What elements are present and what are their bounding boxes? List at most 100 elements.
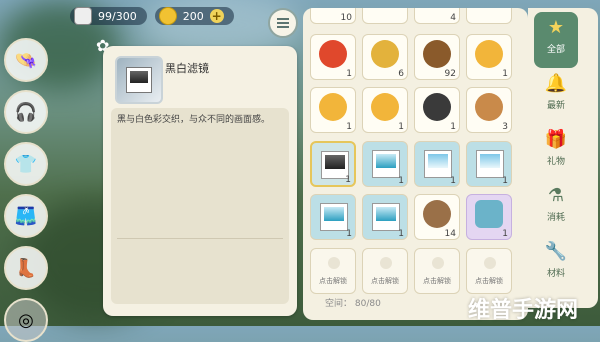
chicken-icon [475,40,503,68]
add-coins-button[interactable]: + [209,9,224,23]
top-status-bar: 99/300 200 + [70,6,234,26]
lock-icon [484,257,496,269]
boots-icon[interactable]: 👢 [4,246,48,290]
outfit-icon[interactable]: 👕 [4,142,48,186]
inventory-slot[interactable]: 1 [414,87,460,133]
watermark: 维普手游网 [468,298,579,323]
list-menu-button[interactable] [268,8,298,38]
item-description-box: 黑与白色彩交织，与众不同的画面感。 [111,108,289,304]
item-count: 4 [450,13,456,23]
pot-icon [423,93,451,121]
chicken-icon [371,93,399,121]
tab-label: 最新 [546,101,565,111]
inventory-slot[interactable]: 1 [362,87,408,133]
inventory-slot[interactable]: 6 [362,34,408,80]
inventory-slot[interactable]: 4 [414,8,460,24]
item-count: 92 [444,69,456,79]
item-count: 1 [502,176,508,186]
wood-icon [423,40,451,68]
inventory-slot[interactable]: 1 [362,194,408,240]
star-icon: ★ [547,17,565,38]
bread-icon [475,93,503,121]
left-toolbar: 👒 🎧 👕 🩳 👢 ◎ [4,38,54,342]
tab-gift[interactable]: 🎁 礼物 [534,124,578,180]
item-count: 6 [398,69,404,79]
tools-icon: 🔧 [544,241,568,262]
locked-slot[interactable]: 点击解锁 [310,248,356,294]
chicken-icon [319,93,347,121]
wheat-icon [371,40,399,68]
tab-label: 全部 [546,45,565,55]
item-count: 1 [398,229,404,239]
bag-icon [74,7,92,25]
tab-potion[interactable]: ⚗ 消耗 [534,180,578,236]
inventory-slot[interactable]: 1 [310,87,356,133]
locked-slot[interactable]: 点击解锁 [414,248,460,294]
item-count: 1 [398,176,404,186]
bag-capacity: 99/300 [70,7,147,25]
item-count: 1 [450,122,456,132]
headphones-icon[interactable]: 🎧 [4,90,48,134]
bell-icon: 🔔 [544,73,568,94]
inventory-slot[interactable] [466,8,512,24]
item-count: 1 [345,175,351,185]
unlock-label: 点击解锁 [319,277,347,285]
item-count: 1 [346,69,352,79]
tab-tools[interactable]: 🔧 材料 [534,236,578,292]
item-count: 10 [340,13,352,23]
item-count: 1 [450,176,456,186]
inventory-slot[interactable] [362,8,408,24]
unlock-label: 点击解锁 [475,277,503,285]
unlock-label: 点击解锁 [371,277,399,285]
photo-filter-icon [372,150,400,178]
capacity-text: 空间： 80/80 [325,299,381,309]
item-count: 3 [502,122,508,132]
tab-label: 材料 [546,269,565,279]
skirt-icon[interactable]: 🩳 [4,194,48,238]
hat-icon[interactable]: 👒 [4,38,48,82]
inventory-slot[interactable]: 1 [466,34,512,80]
tomato-icon [319,40,347,68]
inventory-slot[interactable]: 1 [414,141,460,187]
tab-label: 消耗 [546,213,565,223]
tab-bell[interactable]: 🔔 最新 [534,68,578,124]
item-count: 1 [502,229,508,239]
sign-icon [423,200,451,228]
potion-icon: ⚗ [547,185,565,206]
inventory-slot[interactable]: 3 [466,87,512,133]
inventory-slot[interactable]: 1 [466,194,512,240]
locked-slot[interactable]: 点击解锁 [466,248,512,294]
locked-slot[interactable]: 点击解锁 [362,248,408,294]
inventory-slot[interactable]: 1 [310,34,356,80]
item-count: 1 [398,122,404,132]
more-icon[interactable]: ◎ [4,298,48,342]
category-tabs: ★ 全部 🔔 最新 🎁 礼物 ⚗ 消耗 🔧 材料 [528,8,598,308]
bag-count: 99/300 [98,9,137,23]
lock-icon [380,257,392,269]
lock-icon [432,257,444,269]
inventory-slot[interactable]: 1 [362,141,408,187]
item-thumbnail [115,56,163,104]
item-count: 1 [502,69,508,79]
photo-filter-icon [476,150,504,178]
stamp-icon [475,200,503,228]
inventory-slot[interactable]: 1 [310,194,356,240]
lock-icon [328,257,340,269]
item-count: 1 [346,122,352,132]
item-detail-panel: 黑白滤镜 黑与白色彩交织，与众不同的画面感。 [103,46,297,316]
coin-count: 200 [182,9,204,23]
coin-icon [158,7,177,25]
inventory-slot[interactable]: 1 [310,141,356,187]
inventory-slot[interactable]: 1 [466,141,512,187]
inventory-slot[interactable]: 10 [310,8,356,24]
inventory-slot[interactable]: 92 [414,34,460,80]
inventory-slot[interactable]: 14 [414,194,460,240]
photo-filter-icon [320,203,348,231]
item-count: 1 [346,229,352,239]
photo-filter-icon [424,150,452,178]
gift-icon: 🎁 [544,129,568,150]
inventory-panel: 10 4 1 6 92 1 1 1 1 3 1 1 1 1 1 1 14 1 点击解锁 点击解锁 点击解锁 点击解锁 空间… [303,8,528,320]
tab-star[interactable]: ★ 全部 [534,12,578,68]
photo-filter-icon [372,203,400,231]
unlock-label: 点击解锁 [423,277,451,285]
